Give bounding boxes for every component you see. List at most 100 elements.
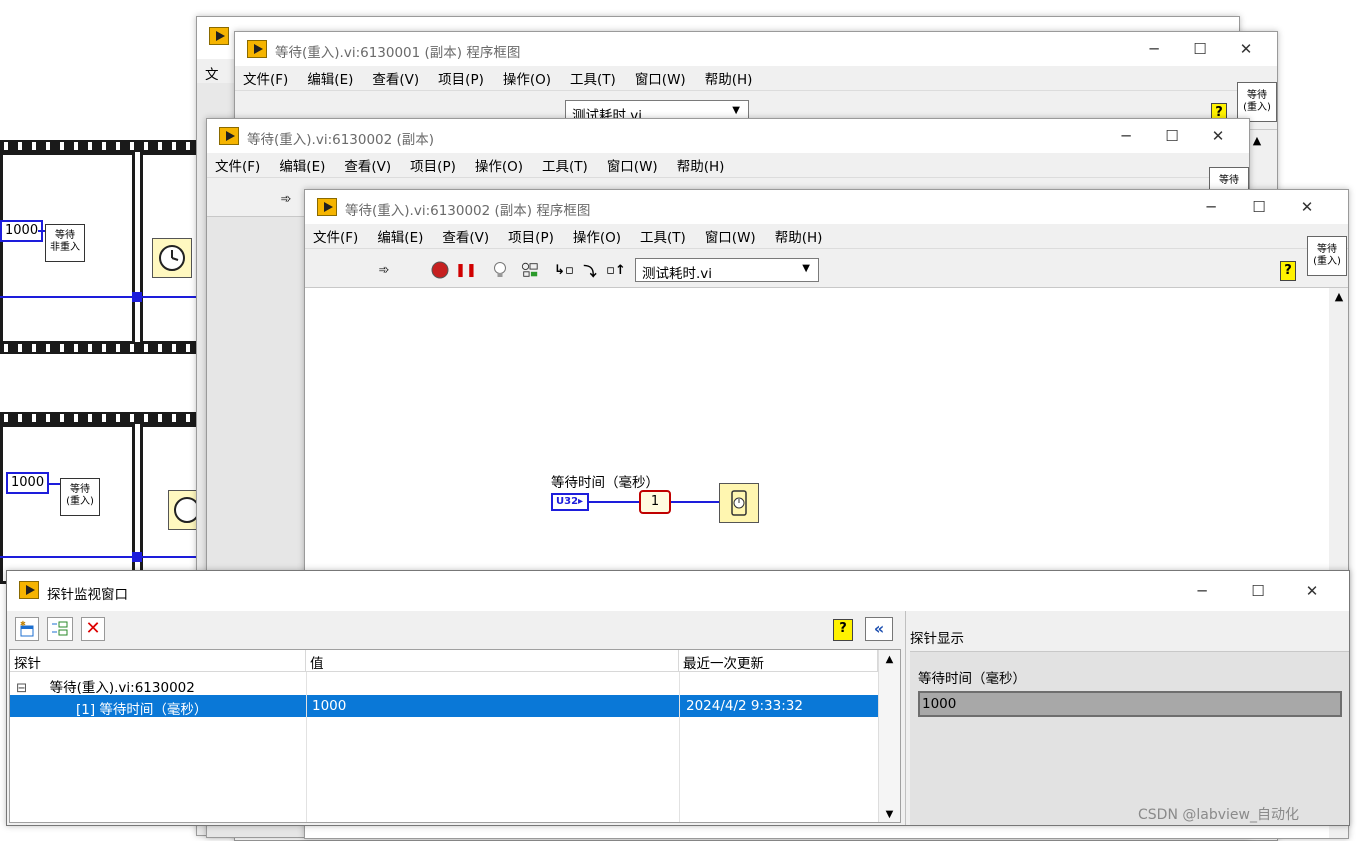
- titlebar: 等待(重入).vi:6130002 (副本) 程序框图 ─ ☐ ✕: [305, 190, 1348, 224]
- run-arrow-icon[interactable]: ➾: [277, 190, 295, 208]
- titlebar: 等待(重入).vi:6130002 (副本) ─ ☐ ✕: [207, 119, 1249, 153]
- scrollbar[interactable]: ▲ ▼: [878, 650, 900, 822]
- maximize-button[interactable]: ☐: [1236, 194, 1282, 220]
- indicator-label: 等待时间（毫秒）: [918, 671, 1026, 687]
- connector-pane-icon[interactable]: 等待 (重入): [1307, 236, 1347, 276]
- column-header-value[interactable]: 值: [306, 650, 679, 672]
- close-button[interactable]: ✕: [1289, 578, 1335, 604]
- labview-icon: [219, 127, 239, 145]
- menu-item-project[interactable]: 项目(P): [410, 155, 456, 175]
- watermark: CSDN @labview_自动化: [1138, 807, 1299, 823]
- abort-icon[interactable]: [431, 261, 449, 279]
- flat-sequence-border: [0, 342, 200, 354]
- window-title: 探针监视窗口: [47, 587, 128, 603]
- menu-item-window[interactable]: 窗口(W): [635, 68, 686, 88]
- menu-item-window[interactable]: 窗口(W): [607, 155, 658, 175]
- menubar: 文件(F) 编辑(E) 查看(V) 项目(P) 操作(O) 工具(T) 窗口(W…: [235, 66, 1277, 90]
- subvi-wait-nonreentrant[interactable]: 等待 非重入: [45, 224, 85, 262]
- column-header-last-update[interactable]: 最近一次更新: [679, 650, 878, 672]
- retain-wire-values-icon[interactable]: [521, 261, 539, 279]
- menu-item-project[interactable]: 项目(P): [508, 226, 554, 246]
- menu-item-file[interactable]: 文件(F): [215, 155, 260, 175]
- tree-group-row[interactable]: ⊟ 等待(重入).vi:6130002: [10, 673, 878, 696]
- numeric-constant[interactable]: 1000: [0, 220, 44, 242]
- connector-pane-icon[interactable]: 等待 (重入): [1237, 82, 1277, 122]
- close-button[interactable]: ✕: [1284, 194, 1330, 220]
- menu-item-help[interactable]: 帮助(H): [775, 226, 823, 246]
- svg-text:✱: ✱: [20, 620, 26, 628]
- minimize-button[interactable]: ─: [1188, 194, 1234, 220]
- subvi-label: 等待: [55, 230, 75, 241]
- titlebar: 等待(重入).vi:6130001 (副本) 程序框图 ─ ☐ ✕: [235, 32, 1277, 66]
- menu-item-operate[interactable]: 操作(O): [503, 68, 551, 88]
- minimize-button[interactable]: ─: [1131, 36, 1177, 62]
- menu-item-view[interactable]: 查看(V): [442, 226, 489, 246]
- probe-name: [1] 等待时间（毫秒）: [76, 702, 208, 718]
- chevron-down-icon: ▼: [732, 105, 740, 116]
- scroll-down-icon[interactable]: ▼: [879, 809, 900, 820]
- wire: [589, 501, 639, 503]
- menu-item-operate[interactable]: 操作(O): [475, 155, 523, 175]
- menu-item-project[interactable]: 项目(P): [438, 68, 484, 88]
- vi-selector[interactable]: 测试耗时.vi ▼: [635, 258, 819, 282]
- collapse-icon[interactable]: «: [865, 617, 893, 641]
- minimize-button[interactable]: ─: [1103, 123, 1149, 149]
- scroll-up-icon[interactable]: ▲: [1329, 288, 1348, 303]
- labview-icon: [247, 40, 267, 58]
- help-icon[interactable]: ?: [833, 619, 853, 641]
- minimize-button[interactable]: ─: [1179, 578, 1225, 604]
- menu-item-file[interactable]: 文件: [197, 59, 237, 103]
- subvi-wait-reentrant[interactable]: 等待 (重入): [60, 478, 100, 516]
- toolbar: ➾ ❚❚ ↳▫ ⤵ ▫↑ 测试耗时.vi ▼ ?: [305, 248, 1348, 288]
- menu-item-edit[interactable]: 编辑(E): [307, 68, 353, 88]
- wire: [0, 296, 200, 298]
- u32-terminal[interactable]: U32▸: [551, 493, 589, 511]
- menu-item-tools[interactable]: 工具(T): [542, 155, 588, 175]
- close-button[interactable]: ✕: [1195, 123, 1241, 149]
- subvi-label: 非重入: [50, 242, 80, 253]
- menu-item-file[interactable]: 文件(F): [243, 68, 288, 88]
- probe-watch-window[interactable]: 探针监视窗口 ─ ☐ ✕ ✱ ✕ ? « 探针 值 最近一次更新 ▲ ▼ ⊟ 等…: [6, 570, 1350, 826]
- close-button[interactable]: ✕: [1223, 36, 1269, 62]
- run-arrow-icon[interactable]: ➾: [375, 261, 393, 279]
- menu-item-edit[interactable]: 编辑(E): [279, 155, 325, 175]
- menu-item-help[interactable]: 帮助(H): [677, 155, 725, 175]
- menu-item-window[interactable]: 窗口(W): [705, 226, 756, 246]
- highlight-execution-icon[interactable]: [491, 261, 509, 279]
- pause-icon[interactable]: ❚❚: [455, 261, 477, 279]
- connector-label: (重入): [1313, 256, 1341, 267]
- clock-icon[interactable]: [152, 238, 192, 278]
- table-row[interactable]: [1] 等待时间（毫秒） 1000 2024/4/2 9:33:32: [10, 695, 878, 718]
- step-out-icon[interactable]: ▫↑: [606, 261, 626, 279]
- step-over-icon[interactable]: ⤵: [581, 261, 599, 280]
- probe-list[interactable]: 探针 值 最近一次更新 ▲ ▼ ⊟ 等待(重入).vi:6130002 [1] …: [9, 649, 901, 823]
- probe-indicator[interactable]: 1: [639, 490, 671, 514]
- menu-item-tools[interactable]: 工具(T): [640, 226, 686, 246]
- help-icon[interactable]: ?: [1280, 261, 1296, 281]
- column-divider: [679, 672, 680, 822]
- menu-item-edit[interactable]: 编辑(E): [377, 226, 423, 246]
- menu-item-tools[interactable]: 工具(T): [570, 68, 616, 88]
- menu-item-view[interactable]: 查看(V): [344, 155, 391, 175]
- vi-selector-value: 测试耗时.vi: [642, 266, 713, 282]
- subvi-label: 等待: [70, 484, 90, 495]
- new-probe-icon[interactable]: ✱: [15, 617, 39, 641]
- numeric-constant[interactable]: 1000: [6, 472, 50, 494]
- probe-display-panel: 探针显示 等待时间（毫秒） 1000: [905, 611, 1349, 825]
- menu-item-help[interactable]: 帮助(H): [705, 68, 753, 88]
- collapse-toggle-icon[interactable]: ⊟: [16, 680, 27, 696]
- scroll-up-icon[interactable]: ▲: [879, 650, 900, 665]
- maximize-button[interactable]: ☐: [1149, 123, 1195, 149]
- wait-ms-icon[interactable]: [719, 483, 759, 523]
- column-header-probe[interactable]: 探针: [10, 650, 306, 672]
- labview-icon: [209, 27, 229, 45]
- menu-item-file[interactable]: 文件(F): [313, 226, 358, 246]
- titlebar: 探针监视窗口 ─ ☐ ✕: [7, 571, 1349, 611]
- delete-probe-icon[interactable]: ✕: [81, 617, 105, 641]
- maximize-button[interactable]: ☐: [1177, 36, 1223, 62]
- maximize-button[interactable]: ☐: [1235, 578, 1281, 604]
- menu-item-view[interactable]: 查看(V): [372, 68, 419, 88]
- select-probe-icon[interactable]: [47, 617, 73, 641]
- step-into-icon[interactable]: ↳▫: [554, 261, 574, 279]
- menu-item-operate[interactable]: 操作(O): [573, 226, 621, 246]
